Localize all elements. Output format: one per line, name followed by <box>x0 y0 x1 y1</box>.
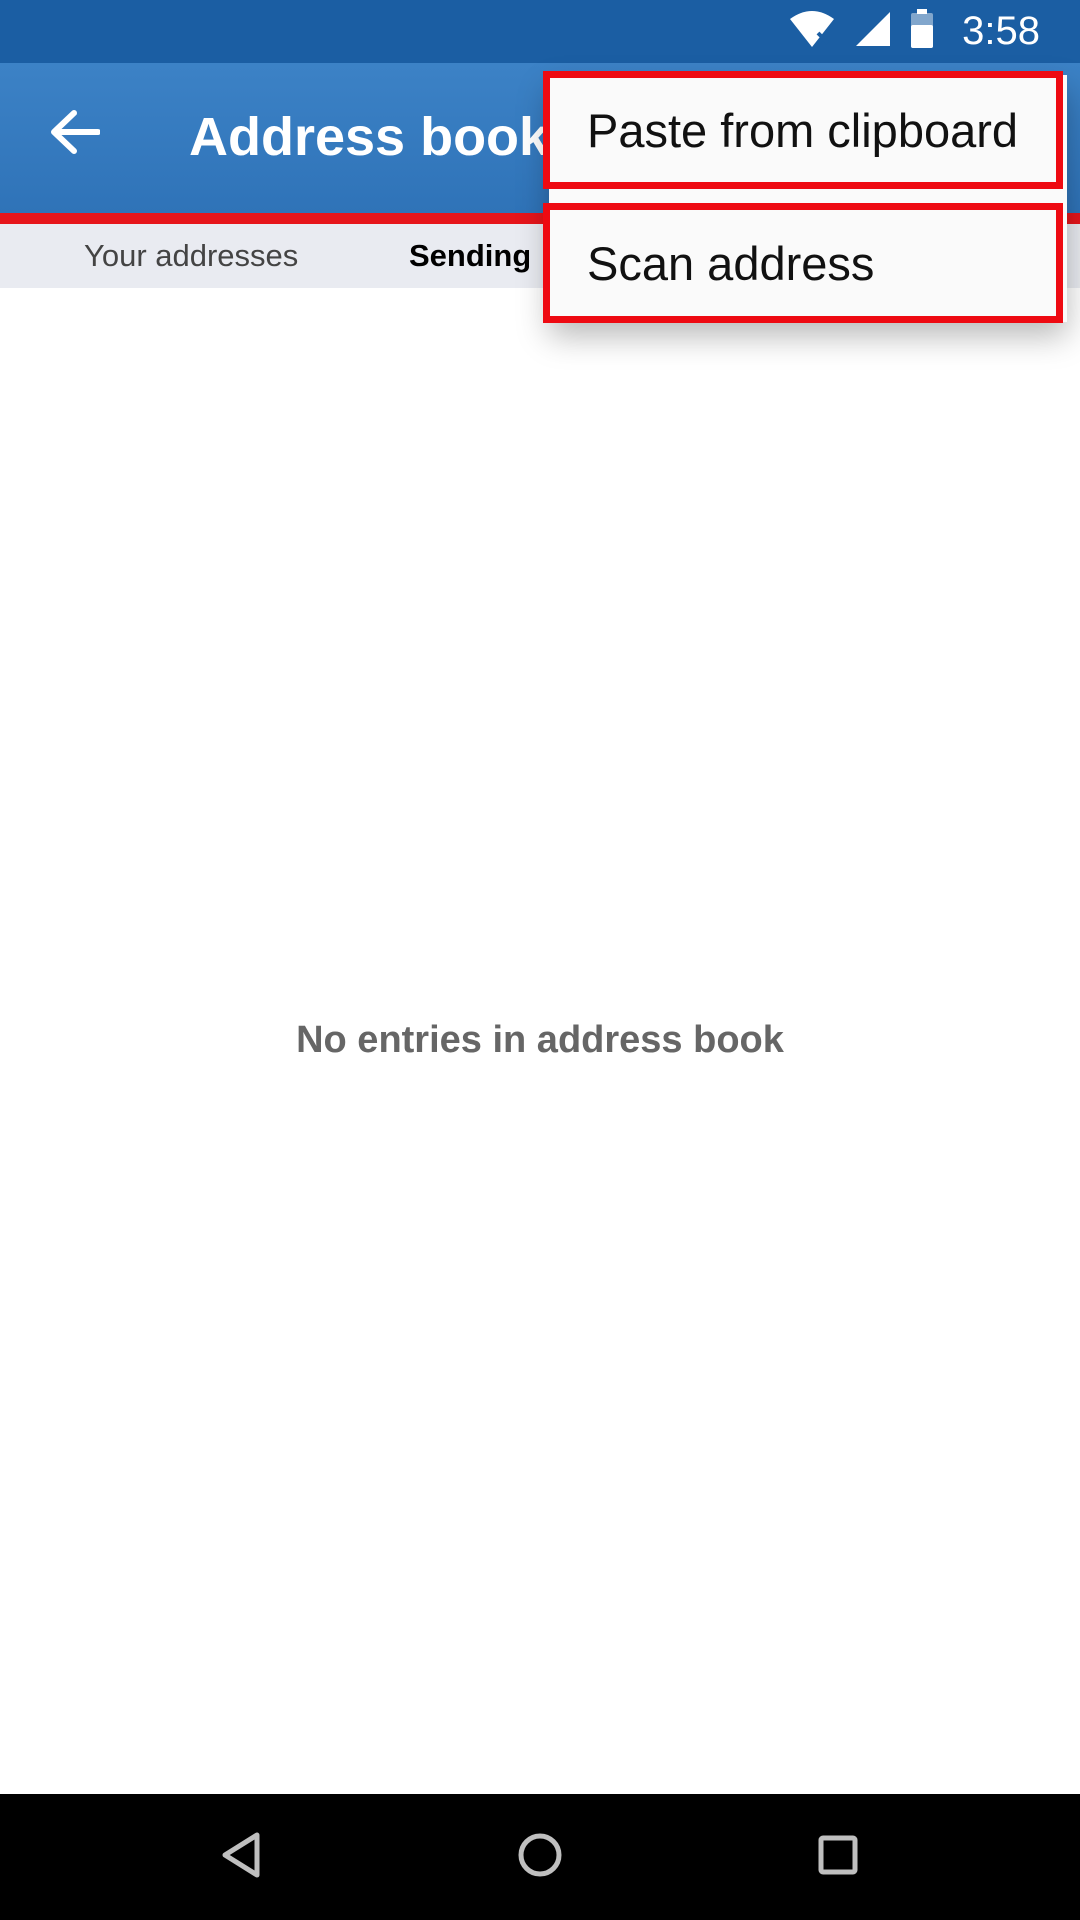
menu-item-label: Paste from clipboard <box>587 103 1019 157</box>
status-time: 3:58 <box>962 9 1040 53</box>
empty-state-message: No entries in address book <box>296 1019 784 1061</box>
back-button[interactable] <box>40 96 110 172</box>
home-circle-icon <box>516 1831 564 1884</box>
arrow-left-icon <box>50 109 101 160</box>
nav-home-button[interactable] <box>503 1820 577 1894</box>
status-icons: 3:58 <box>788 0 1040 63</box>
nav-back-button[interactable] <box>204 1820 278 1894</box>
battery-icon <box>910 9 934 54</box>
recents-square-icon <box>816 1833 860 1882</box>
menu-item-label: Scan address <box>587 236 875 290</box>
navigation-bar <box>0 1794 1080 1920</box>
tab-your-addresses[interactable]: Your addresses <box>84 224 298 288</box>
menu-item-paste-from-clipboard[interactable]: Paste from clipboard <box>543 71 1063 189</box>
status-bar: 3:58 <box>0 0 1080 63</box>
nav-recents-button[interactable] <box>801 1820 875 1894</box>
back-triangle-icon <box>219 1831 263 1884</box>
tab-sending-addresses[interactable]: Sending a <box>409 224 529 288</box>
menu-item-scan-address[interactable]: Scan address <box>543 203 1063 323</box>
overflow-menu: Paste from clipboard Scan address <box>543 71 1067 323</box>
wifi-icon <box>788 9 836 54</box>
page-title: Address book <box>189 107 550 167</box>
signal-icon <box>854 10 892 53</box>
